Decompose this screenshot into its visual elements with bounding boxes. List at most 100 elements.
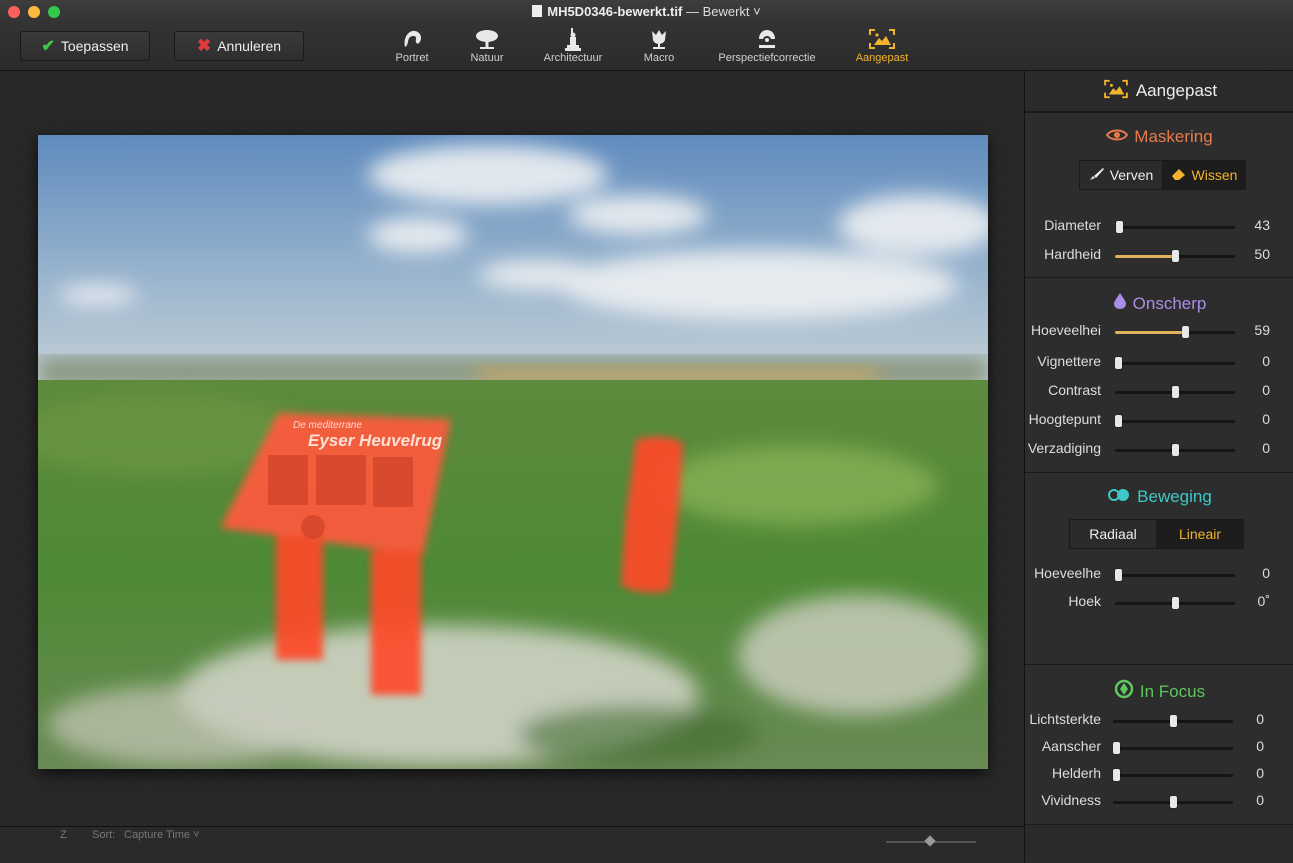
tool-macro[interactable]: Macro <box>640 26 678 64</box>
window-title-suffix[interactable]: — Bewerkt ˅ <box>686 4 761 19</box>
slider-knob[interactable] <box>1170 796 1177 808</box>
mask-tool-toggle: Verven Wissen <box>1079 160 1246 190</box>
tool-natuur[interactable]: Natuur <box>467 26 507 64</box>
slider-knob[interactable] <box>1181 326 1189 338</box>
motion-section: Beweging Radiaal Lineair Hoeveelhe 0 Hoe… <box>1025 472 1293 665</box>
slider-label: Aanscher <box>1041 738 1101 754</box>
vignette-slider[interactable] <box>1115 357 1235 369</box>
tool-portret[interactable]: Portret <box>392 26 432 64</box>
slider-knob[interactable] <box>1115 415 1122 427</box>
title-bar: MH5D0346-bewerkt.tif — Bewerkt ˅ <box>0 0 1293 24</box>
slider-value: 59 <box>1254 322 1270 338</box>
image-canvas[interactable]: De mediterrane Eyser Heuvelrug <box>0 71 1024 834</box>
slider-knob[interactable] <box>1115 357 1122 369</box>
motion-amount-slider[interactable] <box>1115 569 1235 581</box>
slider-label: Hoek <box>1068 593 1101 609</box>
aperture-icon <box>1114 679 1134 704</box>
motion-icon <box>1107 487 1131 507</box>
slider-row-contrast: Contrast 0 <box>1025 382 1293 402</box>
slider-label: Helderh <box>1051 765 1101 781</box>
sidebar-header-title: Aangepast <box>1135 81 1218 100</box>
linear-button[interactable]: Lineair <box>1157 520 1243 548</box>
masking-title-label: Maskering <box>1134 127 1213 146</box>
slider-knob[interactable] <box>1172 386 1179 398</box>
slider-row-vividness: Vividness 0 <box>1025 792 1293 812</box>
slider-knob[interactable] <box>1172 250 1179 262</box>
masking-title: Maskering <box>1025 127 1293 147</box>
slider-knob[interactable] <box>1172 444 1179 456</box>
toolbar: ✔ Toepassen ✖ Annuleren Portret Natuur A… <box>0 24 1293 71</box>
slider-row-hoek: Hoek 0˚ <box>1025 593 1293 613</box>
highlights-slider[interactable] <box>1115 415 1235 427</box>
radial-button[interactable]: Radiaal <box>1070 520 1157 548</box>
custom-icon <box>852 26 912 52</box>
focus-section: In Focus Lichtsterkte 0 Aanscher 0 Helde… <box>1025 664 1293 825</box>
vividness-slider[interactable] <box>1113 796 1233 808</box>
slider-label: Diameter <box>1044 217 1101 233</box>
contrast-slider[interactable] <box>1115 386 1235 398</box>
tool-architectuur[interactable]: Architectuur <box>538 26 608 64</box>
slider-value: 0 <box>1262 353 1270 369</box>
focus-title-label: In Focus <box>1139 681 1206 701</box>
tool-natuur-label: Natuur <box>470 52 504 64</box>
sort-label: Sort: <box>92 829 116 841</box>
drop-icon <box>1113 292 1127 315</box>
photo-image: De mediterrane Eyser Heuvelrug <box>38 135 988 769</box>
slider-row-hoeveelheid: Hoeveelhei 59 <box>1025 322 1293 342</box>
sort-dropdown[interactable]: Capture Time ˅ <box>124 829 200 841</box>
sharpen-slider[interactable] <box>1113 742 1233 754</box>
slider-label: Vignettere <box>1037 353 1101 369</box>
slider-row-verzadiging: Verzadiging 0 <box>1025 440 1293 460</box>
tool-aangepast[interactable]: Aangepast <box>852 26 912 64</box>
photo-preview[interactable]: De mediterrane Eyser Heuvelrug <box>38 135 988 769</box>
thumbnail-size-knob[interactable] <box>924 835 936 847</box>
cancel-button[interactable]: ✖ Annuleren <box>174 31 304 61</box>
slider-value: 0 <box>1262 411 1270 427</box>
diameter-slider[interactable] <box>1115 221 1235 233</box>
brush-icon <box>1089 167 1105 184</box>
slider-label: Verzadiging <box>1027 440 1101 456</box>
eraser-icon <box>1171 167 1187 184</box>
saturation-slider[interactable] <box>1115 444 1235 456</box>
cross-icon: ✖ <box>196 36 212 55</box>
erase-button-label: Wissen <box>1191 167 1238 183</box>
slider-value: 0 <box>1256 792 1264 808</box>
slider-row-vignettering: Vignettere 0 <box>1025 353 1293 373</box>
tool-perspectiefcorrectie[interactable]: Perspectiefcorrectie <box>712 26 822 64</box>
slider-knob[interactable] <box>1113 769 1120 781</box>
slider-row-hardheid: Hardheid 50 <box>1025 246 1293 266</box>
slider-knob[interactable] <box>1172 597 1179 609</box>
clarity-slider[interactable] <box>1113 769 1233 781</box>
sign-subtitle-text: De mediterrane <box>293 420 362 431</box>
slider-knob[interactable] <box>1170 715 1177 727</box>
slider-knob[interactable] <box>1113 742 1120 754</box>
perspective-icon <box>712 26 822 52</box>
masking-section: Maskering Verven Wissen Diameter 43 Hard… <box>1025 112 1293 278</box>
motion-title: Beweging <box>1025 487 1293 507</box>
slider-fill <box>1115 255 1175 258</box>
blur-amount-slider[interactable] <box>1115 326 1235 338</box>
slider-value: 0 <box>1256 765 1264 781</box>
luminance-slider[interactable] <box>1113 715 1233 727</box>
slider-value: 0 <box>1256 711 1264 727</box>
thumbnail-size-slider[interactable] <box>886 835 976 847</box>
slider-label: Hoogtepunt <box>1028 411 1101 427</box>
slider-knob[interactable] <box>1115 569 1122 581</box>
erase-button[interactable]: Wissen <box>1163 161 1245 189</box>
slider-row-hoogtepunt: Hoogtepunt 0 <box>1025 411 1293 431</box>
tool-architectuur-label: Architectuur <box>543 52 603 64</box>
slider-label: Hoeveelhei <box>1030 322 1101 338</box>
apply-button[interactable]: ✔ Toepassen <box>20 31 150 61</box>
document-icon <box>532 5 543 17</box>
tool-aangepast-label: Aangepast <box>855 52 909 64</box>
hardheid-slider[interactable] <box>1115 250 1235 262</box>
blur-title: Onscherp <box>1025 292 1293 315</box>
slider-row-lichtsterkte: Lichtsterkte 0 <box>1025 711 1293 731</box>
statue-icon <box>538 26 608 52</box>
custom-icon <box>1102 79 1130 104</box>
motion-title-label: Beweging <box>1137 487 1212 506</box>
paint-button[interactable]: Verven <box>1080 161 1163 189</box>
angle-slider[interactable] <box>1115 597 1235 609</box>
tool-perspectiefcorrectie-label: Perspectiefcorrectie <box>718 52 816 64</box>
slider-knob[interactable] <box>1115 221 1123 233</box>
